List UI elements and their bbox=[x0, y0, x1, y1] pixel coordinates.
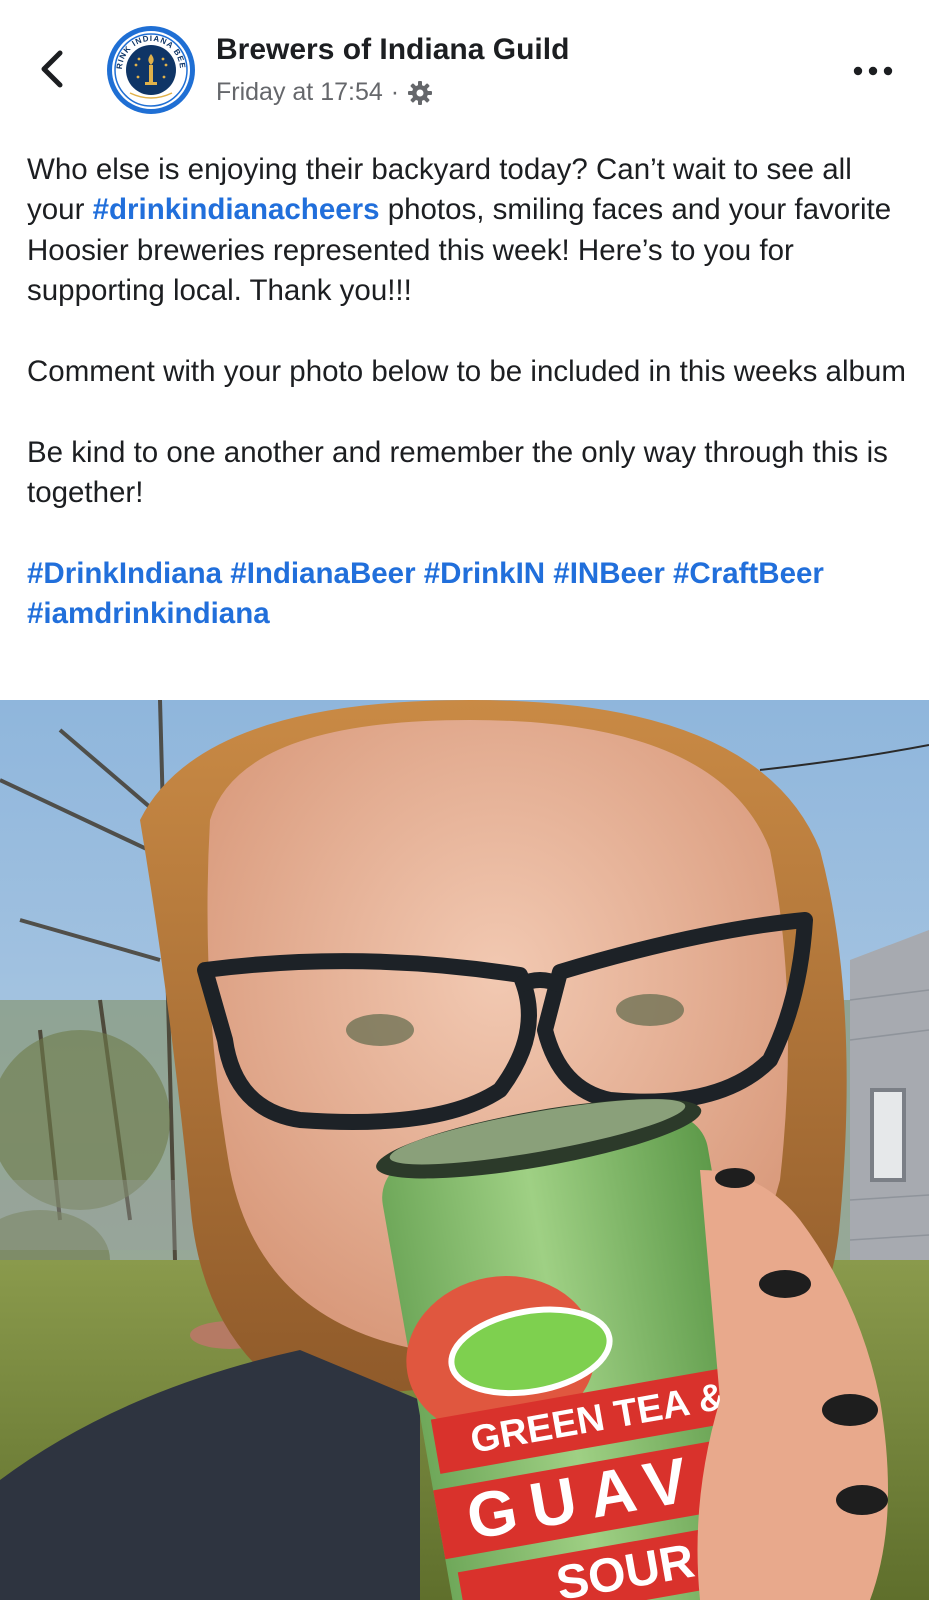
chevron-left-icon bbox=[41, 50, 63, 88]
page-avatar[interactable]: DRINK INDIANA BEER bbox=[106, 25, 196, 115]
hashtag-link[interactable]: #DrinkIndiana bbox=[27, 557, 222, 590]
post-body: Who else is enjoying their backyard toda… bbox=[27, 150, 907, 635]
selfie-image: GREEN TEA & GUAVA SOUR bbox=[0, 700, 929, 1600]
hashtag-link[interactable]: #CraftBeer bbox=[673, 557, 824, 590]
post-paragraph-2: Comment with your photo below to be incl… bbox=[27, 355, 906, 389]
post-hashtags: #DrinkIndiana #IndianaBeer #DrinkIN #INB… bbox=[27, 554, 907, 635]
gear-icon bbox=[408, 80, 433, 105]
page-name[interactable]: Brewers of Indiana Guild bbox=[216, 33, 569, 67]
post-paragraph-1: Who else is enjoying their backyard toda… bbox=[27, 150, 907, 312]
more-options-button[interactable] bbox=[851, 56, 895, 86]
back-button[interactable] bbox=[34, 46, 70, 92]
hashtag-link[interactable]: #DrinkIN bbox=[424, 557, 545, 590]
meta-separator: · bbox=[390, 78, 400, 106]
post-header: DRINK INDIANA BEER Brewers of Indiana Gu… bbox=[0, 0, 929, 140]
hashtag-link[interactable]: #drinkindianacheers bbox=[93, 193, 380, 226]
post-photo[interactable]: GREEN TEA & GUAVA SOUR bbox=[0, 700, 929, 1600]
post-meta: Friday at 17:54 · bbox=[216, 78, 433, 107]
post-timestamp[interactable]: Friday at 17:54 bbox=[216, 78, 383, 107]
hashtag-link[interactable]: #IndianaBeer bbox=[230, 557, 415, 590]
more-horizontal-icon bbox=[853, 66, 893, 76]
post-paragraph-3: Be kind to one another and remember the … bbox=[27, 435, 888, 510]
hashtag-link[interactable]: #INBeer bbox=[553, 557, 665, 590]
indiana-beer-logo: DRINK INDIANA BEER bbox=[106, 25, 195, 114]
hashtag-link[interactable]: #iamdrinkindiana bbox=[27, 597, 270, 630]
